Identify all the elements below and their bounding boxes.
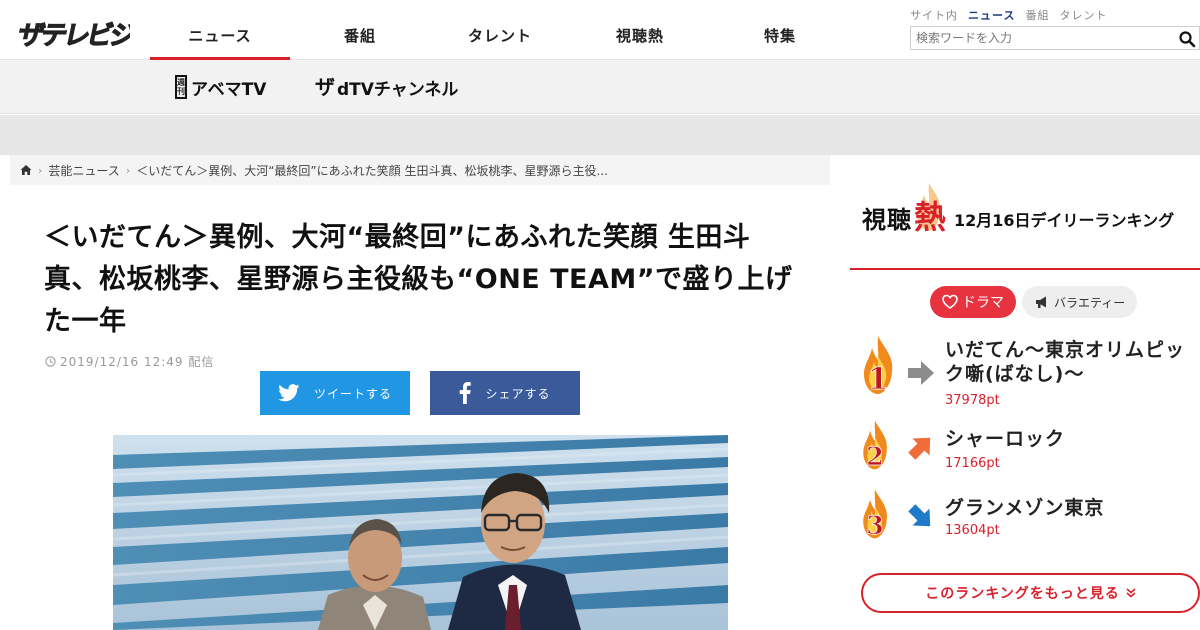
ranking-item-title[interactable]: いだてん〜東京オリムピック噺(ばなし)〜 [945, 338, 1200, 386]
double-chevron-down-icon [1126, 588, 1136, 598]
arrow-up-icon [908, 437, 931, 460]
article-photo [113, 435, 728, 630]
svg-text:ザテレビジョン: ザテレビジョン [15, 21, 130, 51]
search-input[interactable] [911, 27, 1199, 49]
nav-features[interactable]: 特集 [710, 0, 850, 60]
breadcrumb-category[interactable]: 芸能ニュース [48, 162, 119, 179]
arrow-flat-icon [908, 361, 934, 385]
arrow-down-icon [908, 504, 931, 527]
ranking-date-title: 12月16日デイリーランキング [954, 211, 1175, 230]
breadcrumb-separator: › [38, 163, 43, 177]
abema-tv-link[interactable]: 週刊 アベマTV [175, 72, 266, 102]
ranking-item-title[interactable]: グランメゾン東京 [945, 496, 1200, 520]
search-box [910, 26, 1200, 50]
tab-variety-label: バラエティー [1054, 295, 1126, 310]
dtv-channel-link[interactable]: ザ dTVチャンネル [315, 72, 458, 102]
twitter-icon [278, 384, 300, 402]
rank-flame-icon: 3 [863, 489, 887, 540]
search-scope-talent[interactable]: タレント [1059, 7, 1107, 23]
ranking-item[interactable]: 2 シャーロック 17166pt [858, 420, 1200, 487]
search-area: サイト内 ニュース 番組 タレント [910, 7, 1200, 50]
article-title: ＜いだてん＞異例、大河“最終回”にあふれた笑顔 生田斗真、松坂桃李、星野源ら主役… [44, 222, 793, 337]
search-scope-programs[interactable]: 番組 [1025, 7, 1049, 23]
search-icon[interactable] [1178, 30, 1196, 48]
site-logo[interactable]: ザテレビジョン [8, 8, 130, 52]
partner-bar: 週刊 アベマTV ザ dTVチャンネル [0, 60, 1200, 114]
home-icon[interactable] [20, 164, 32, 176]
breadcrumb-current: ＜いだてん＞異例、大河“最終回”にあふれた笑顔 生田斗真、松坂桃李、星野源ら主役… [136, 163, 608, 178]
ranking-item[interactable]: 1 いだてん〜東京オリムピック噺(ばなし)〜 37978pt [858, 336, 1200, 408]
nav-news[interactable]: ニュース [150, 0, 290, 60]
more-ranking-label: このランキングをもっと見る [925, 586, 1120, 602]
ad-band [0, 115, 1200, 155]
tab-variety[interactable]: バラエティー [1022, 286, 1138, 318]
ranking-divider [850, 268, 1200, 270]
svg-text:ザ: ザ [315, 75, 335, 99]
tab-drama[interactable]: ドラマ [930, 286, 1016, 318]
ranking-item[interactable]: 3 グランメゾン東京 13604pt [858, 489, 1200, 556]
rank-number: 3 [866, 510, 884, 540]
facebook-share-button[interactable]: シェアする [430, 371, 580, 415]
article-date-text: 2019/12/16 12:49 配信 [60, 355, 215, 369]
clock-icon [45, 356, 56, 367]
the-tv-logo-icon: ザ [315, 75, 335, 99]
ranking-hot-label: 熱 [914, 183, 947, 236]
dtv-channel-label: dTVチャンネル [337, 79, 459, 100]
site-header: ザテレビジョン ニュース 番組 タレント 視聴熱 特集 サイト内 ニュース 番組… [0, 0, 1200, 60]
ranking-item-points: 13604pt [945, 523, 1000, 538]
megaphone-icon [1036, 296, 1046, 308]
article-main: › 芸能ニュース › ＜いだてん＞異例、大河“最終回”にあふれた笑顔 生田斗真、… [10, 155, 830, 630]
ranking-tabs: ドラマ バラエティー [930, 286, 1138, 318]
ranking-sidebar: 視聴 熱 12月16日デイリーランキング ドラマ バラエティー 1 いだてん〜東… [850, 155, 1200, 630]
nav-talent[interactable]: タレント [430, 0, 570, 60]
search-scope-tabs: サイト内 ニュース 番組 タレント [910, 7, 1200, 23]
weekly-tag-icon: 週刊 [175, 75, 187, 99]
ranking-hot-text: 熱 [914, 198, 947, 236]
rank-flame-icon: 1 [864, 336, 893, 396]
search-scope-site[interactable]: サイト内 [910, 7, 958, 23]
main-nav: ニュース 番組 タレント 視聴熱 特集 [150, 0, 850, 60]
rank-flame-icon: 2 [863, 420, 887, 471]
nav-ratings[interactable]: 視聴熱 [570, 0, 710, 60]
facebook-icon [460, 382, 472, 404]
ranking-item-title[interactable]: シャーロック [945, 427, 1200, 451]
breadcrumb: › 芸能ニュース › ＜いだてん＞異例、大河“最終回”にあふれた笑顔 生田斗真、… [10, 155, 830, 185]
more-ranking-button[interactable]: このランキングをもっと見る [861, 573, 1200, 613]
ranking-item-points: 17166pt [945, 456, 1000, 471]
ranking-header: 視聴 熱 12月16日デイリーランキング [862, 183, 1175, 236]
abema-tv-label: アベマTV [191, 79, 267, 100]
search-scope-news[interactable]: ニュース [968, 7, 1015, 23]
article-date: 2019/12/16 12:49 配信 [45, 353, 214, 370]
ranking-item-points: 37978pt [945, 393, 1000, 408]
tweet-button[interactable]: ツイートする [260, 371, 410, 415]
rank-number: 2 [866, 441, 884, 471]
rank-number: 1 [868, 362, 889, 396]
ranking-label: 視聴 [862, 206, 912, 234]
facebook-share-label: シェアする [485, 386, 551, 401]
breadcrumb-separator: › [125, 163, 131, 177]
tweet-label: ツイートする [313, 386, 392, 401]
heart-icon [942, 294, 958, 309]
tab-drama-label: ドラマ [962, 295, 1004, 311]
nav-programs[interactable]: 番組 [290, 0, 430, 60]
